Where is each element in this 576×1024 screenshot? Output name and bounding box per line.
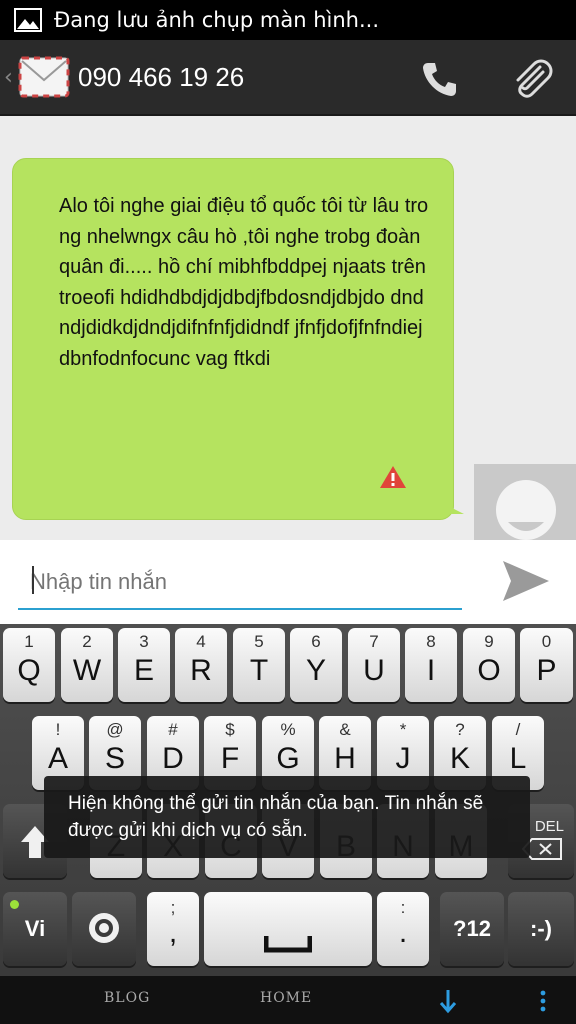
status-notification-text: Đang lưu ảnh chụp màn hình... <box>54 8 380 32</box>
back-icon[interactable]: ‹ <box>4 65 16 90</box>
image-notification-icon <box>14 8 42 32</box>
paperclip-icon <box>516 59 553 98</box>
navigation-bar: BLOG HOME <box>0 976 576 1024</box>
envelope-icon[interactable] <box>18 54 70 100</box>
conversation-area[interactable]: Alo tôi nghe giai điệu tổ quốc tôi từ lâ… <box>0 116 576 540</box>
nav-back-button[interactable]: BLOG <box>104 990 150 1006</box>
gear-icon <box>89 913 119 943</box>
comma-key[interactable]: ; , <box>147 892 199 966</box>
message-bubble[interactable]: Alo tôi nghe giai điệu tổ quốc tôi từ lâ… <box>12 158 454 520</box>
space-bar-icon <box>264 936 312 953</box>
contact-number[interactable]: 090 466 19 26 <box>78 62 244 93</box>
default-avatar-icon <box>496 480 556 540</box>
key-p[interactable]: 0P <box>520 628 573 702</box>
warning-icon[interactable] <box>379 465 407 489</box>
message-input[interactable] <box>18 556 462 610</box>
key-r[interactable]: 4R <box>175 628 227 702</box>
settings-key[interactable] <box>72 892 136 966</box>
key-i[interactable]: 8I <box>405 628 457 702</box>
toast-message: Hiện không thể gửi tin nhắn của bạn. Tin… <box>44 776 530 858</box>
period-key[interactable]: : . <box>377 892 429 966</box>
menu-dots-icon[interactable] <box>538 990 548 1012</box>
emoticon-key[interactable]: :-) <box>508 892 574 966</box>
key-u[interactable]: 7U <box>348 628 400 702</box>
key-q[interactable]: 1Q <box>3 628 55 702</box>
space-key[interactable] <box>204 892 372 966</box>
call-button[interactable] <box>412 54 468 104</box>
download-arrow-icon[interactable] <box>438 988 458 1014</box>
bubble-tail <box>440 502 464 514</box>
key-e[interactable]: 3E <box>118 628 170 702</box>
status-bar: Đang lưu ảnh chụp màn hình... <box>0 0 576 40</box>
phone-icon <box>423 63 456 96</box>
key-o[interactable]: 9O <box>463 628 515 702</box>
language-label: Vi <box>24 916 46 941</box>
language-indicator-dot <box>10 900 19 909</box>
send-button[interactable] <box>496 556 556 606</box>
avatar[interactable] <box>474 464 576 540</box>
conversation-header: ‹ 090 466 19 26 <box>0 40 576 116</box>
text-cursor <box>32 566 34 594</box>
compose-bar <box>0 540 576 624</box>
attach-button[interactable] <box>504 54 560 104</box>
send-icon <box>503 561 549 601</box>
nav-home-button[interactable]: HOME <box>260 990 312 1006</box>
message-text: Alo tôi nghe giai điệu tổ quốc tôi từ lâ… <box>59 195 429 370</box>
key-y[interactable]: 6Y <box>290 628 342 702</box>
delete-label: DEL <box>534 818 564 835</box>
key-w[interactable]: 2W <box>61 628 113 702</box>
symbols-key[interactable]: ?12 <box>440 892 504 966</box>
key-t[interactable]: 5T <box>233 628 285 702</box>
language-key[interactable]: Vi <box>3 892 67 966</box>
